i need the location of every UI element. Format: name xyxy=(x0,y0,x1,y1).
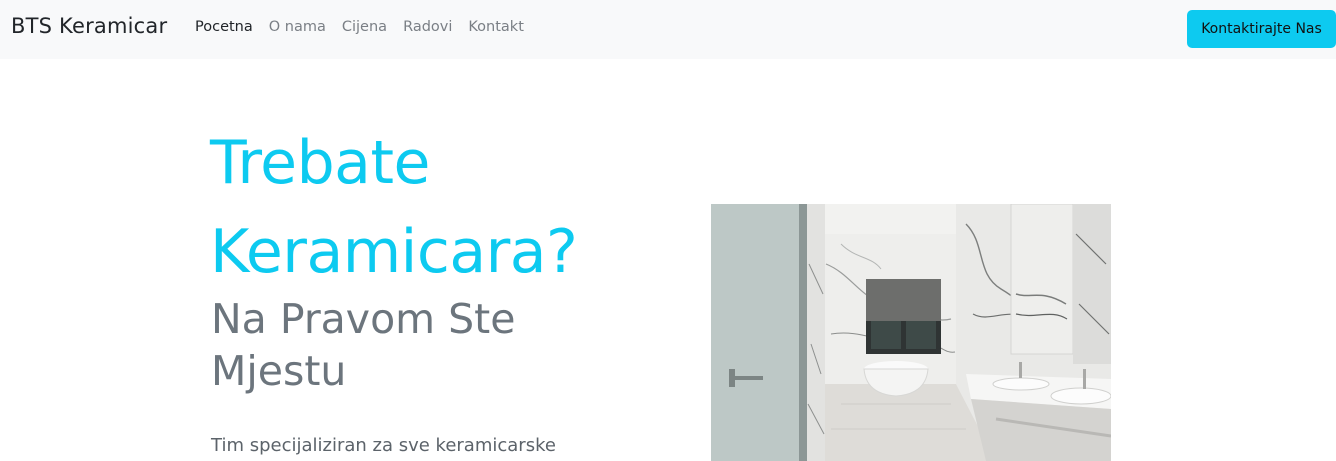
brand-logo[interactable]: BTS Keramicar xyxy=(11,14,167,38)
bathroom-photo xyxy=(711,204,1111,461)
nav-link-radovi[interactable]: Radovi xyxy=(403,19,452,35)
nav-links: Pocetna O nama Cijena Radovi Kontakt xyxy=(195,19,540,35)
nav-link-o-nama[interactable]: O nama xyxy=(269,19,326,35)
nav-link-kontakt[interactable]: Kontakt xyxy=(468,19,524,35)
hero-text: Tim specijaliziran za sve keramicarske xyxy=(211,435,556,456)
nav-link-cijena[interactable]: Cijena xyxy=(342,19,387,35)
nav-link-pocetna[interactable]: Pocetna xyxy=(195,19,253,35)
navbar: BTS Keramicar Pocetna O nama Cijena Rado… xyxy=(0,0,1336,59)
hero-subtitle: Na Pravom Ste Mjestu xyxy=(211,295,516,395)
contact-button[interactable]: Kontaktirajte Nas xyxy=(1187,10,1336,48)
hero-title: Trebate Keramicara? xyxy=(210,128,578,287)
